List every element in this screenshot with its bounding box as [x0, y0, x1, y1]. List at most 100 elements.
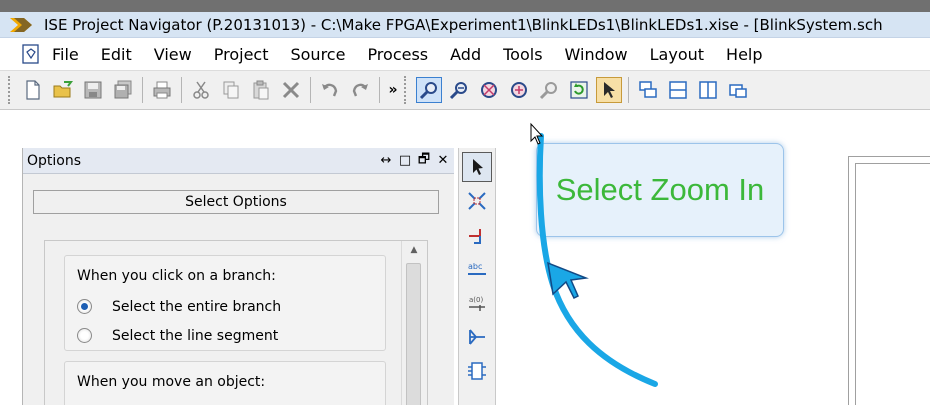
callout-text: Select Zoom In — [555, 172, 765, 207]
net-icon — [469, 229, 481, 244]
menu-help[interactable]: Help — [726, 45, 762, 64]
cut-button[interactable] — [188, 77, 214, 103]
menu-window[interactable]: Window — [565, 45, 628, 64]
restore-panel-icon[interactable]: 🗗 — [416, 150, 432, 172]
menu-add[interactable]: Add — [450, 45, 481, 64]
scissors-icon — [193, 81, 209, 99]
main-toolbar: » — [0, 70, 930, 110]
copy-button[interactable] — [218, 77, 244, 103]
add-wire-button[interactable] — [462, 186, 492, 216]
float-panel-icon[interactable]: ↔ — [378, 153, 394, 168]
close-panel-icon[interactable]: ✕ — [435, 153, 451, 168]
toolbar-separator — [379, 77, 380, 103]
menu-project[interactable]: Project — [214, 45, 269, 64]
io-marker-icon — [469, 329, 485, 345]
document-icon[interactable] — [22, 44, 40, 64]
menu-source[interactable]: Source — [290, 45, 345, 64]
zoom-to-box-button[interactable] — [506, 77, 532, 103]
toolbar-grip[interactable] — [8, 76, 14, 104]
select-entire-branch-option[interactable]: Select the entire branch — [77, 292, 385, 321]
branch-click-group: When you click on a branch: Select the e… — [64, 255, 386, 351]
add-net-label-button[interactable]: abc — [462, 254, 492, 284]
new-file-icon — [26, 80, 40, 100]
zoom-out-button[interactable] — [446, 77, 472, 103]
copy-icon — [223, 81, 239, 99]
toolbar-grip[interactable] — [404, 76, 410, 104]
xilinx-ise-logo-icon — [10, 17, 32, 32]
move-object-group: When you move an object: — [64, 361, 386, 405]
radio-unselected[interactable] — [77, 328, 92, 343]
open-button[interactable] — [50, 77, 76, 103]
select-arrow-icon — [473, 159, 483, 175]
cascade-windows-icon — [639, 81, 657, 98]
options-panel-header: Options ↔ □ 🗗 ✕ — [23, 148, 454, 174]
add-symbol-button[interactable] — [462, 356, 492, 386]
new-file-button[interactable] — [20, 77, 46, 103]
delete-button[interactable] — [278, 77, 304, 103]
select-entire-branch-label: Select the entire branch — [112, 298, 282, 315]
tile-vertical-button[interactable] — [695, 77, 721, 103]
zoom-to-full-view-button[interactable] — [476, 77, 502, 103]
cascade-windows-button[interactable] — [635, 77, 661, 103]
paste-icon — [253, 80, 269, 100]
add-io-marker-button[interactable] — [462, 322, 492, 352]
title-bar: ISE Project Navigator (P.20131013) - C:\… — [0, 12, 930, 38]
select-line-segment-option[interactable]: Select the line segment — [77, 321, 385, 350]
options-scroll-area: When you click on a branch: Select the e… — [44, 240, 428, 405]
paste-button[interactable] — [248, 77, 274, 103]
radio-selected[interactable] — [77, 299, 92, 314]
save-icon — [84, 81, 102, 99]
save-button[interactable] — [80, 77, 106, 103]
toolbar-separator — [628, 77, 629, 103]
toolbar-separator — [181, 77, 182, 103]
select-line-segment-label: Select the line segment — [112, 327, 279, 344]
undo-icon — [322, 83, 338, 97]
magnifier-icon — [539, 82, 557, 100]
scroll-thumb[interactable] — [406, 263, 421, 405]
symbol-icon — [468, 362, 486, 380]
restore-windows-button[interactable] — [725, 77, 751, 103]
tile-horizontal-icon — [669, 81, 687, 99]
zoom-in-icon — [419, 82, 437, 100]
zoom-out-icon — [449, 82, 467, 100]
open-folder-icon — [53, 81, 73, 98]
zoom-selected-button[interactable] — [536, 77, 562, 103]
refresh-button[interactable] — [566, 77, 592, 103]
options-panel-title: Options — [27, 152, 82, 169]
menu-view[interactable]: View — [154, 45, 192, 64]
zoom-in-button[interactable] — [416, 77, 442, 103]
save-all-icon — [114, 80, 132, 99]
window-top-edge — [0, 0, 930, 12]
pointer-tool-icon — [604, 82, 615, 98]
print-button[interactable] — [149, 77, 175, 103]
toolbar-overflow-button[interactable]: » — [384, 82, 402, 98]
select-options-heading: Select Options — [33, 190, 439, 214]
zoom-in-callout: Select Zoom In — [536, 143, 784, 237]
menu-process[interactable]: Process — [367, 45, 428, 64]
tile-vertical-icon — [699, 81, 717, 99]
undo-button[interactable] — [317, 77, 343, 103]
print-icon — [153, 81, 171, 99]
abc-label-icon: abc — [468, 262, 486, 275]
menu-edit[interactable]: Edit — [101, 45, 132, 64]
toolbar-separator — [310, 77, 311, 103]
select-tool-button[interactable] — [596, 77, 622, 103]
select-arrow-button[interactable] — [462, 152, 492, 182]
redo-button[interactable] — [347, 77, 373, 103]
redo-icon — [352, 83, 368, 97]
save-all-button[interactable] — [110, 77, 136, 103]
add-bus-tap-button[interactable]: a(0) — [462, 288, 492, 318]
move-object-label: When you move an object: — [77, 374, 266, 390]
zoom-full-icon — [481, 82, 497, 98]
restore-windows-icon — [729, 84, 747, 98]
menu-file[interactable]: File — [52, 45, 79, 64]
options-scrollbar[interactable]: ▲ — [401, 241, 425, 405]
add-net-name-button[interactable] — [462, 220, 492, 250]
svg-text:a(0): a(0) — [469, 296, 483, 304]
maximize-panel-icon[interactable]: □ — [397, 153, 413, 168]
tile-horizontal-button[interactable] — [665, 77, 691, 103]
branch-click-label: When you click on a branch: — [77, 268, 276, 284]
menu-tools[interactable]: Tools — [503, 45, 542, 64]
menu-layout[interactable]: Layout — [650, 45, 704, 64]
scroll-up-arrow-icon[interactable]: ▲ — [402, 241, 426, 259]
